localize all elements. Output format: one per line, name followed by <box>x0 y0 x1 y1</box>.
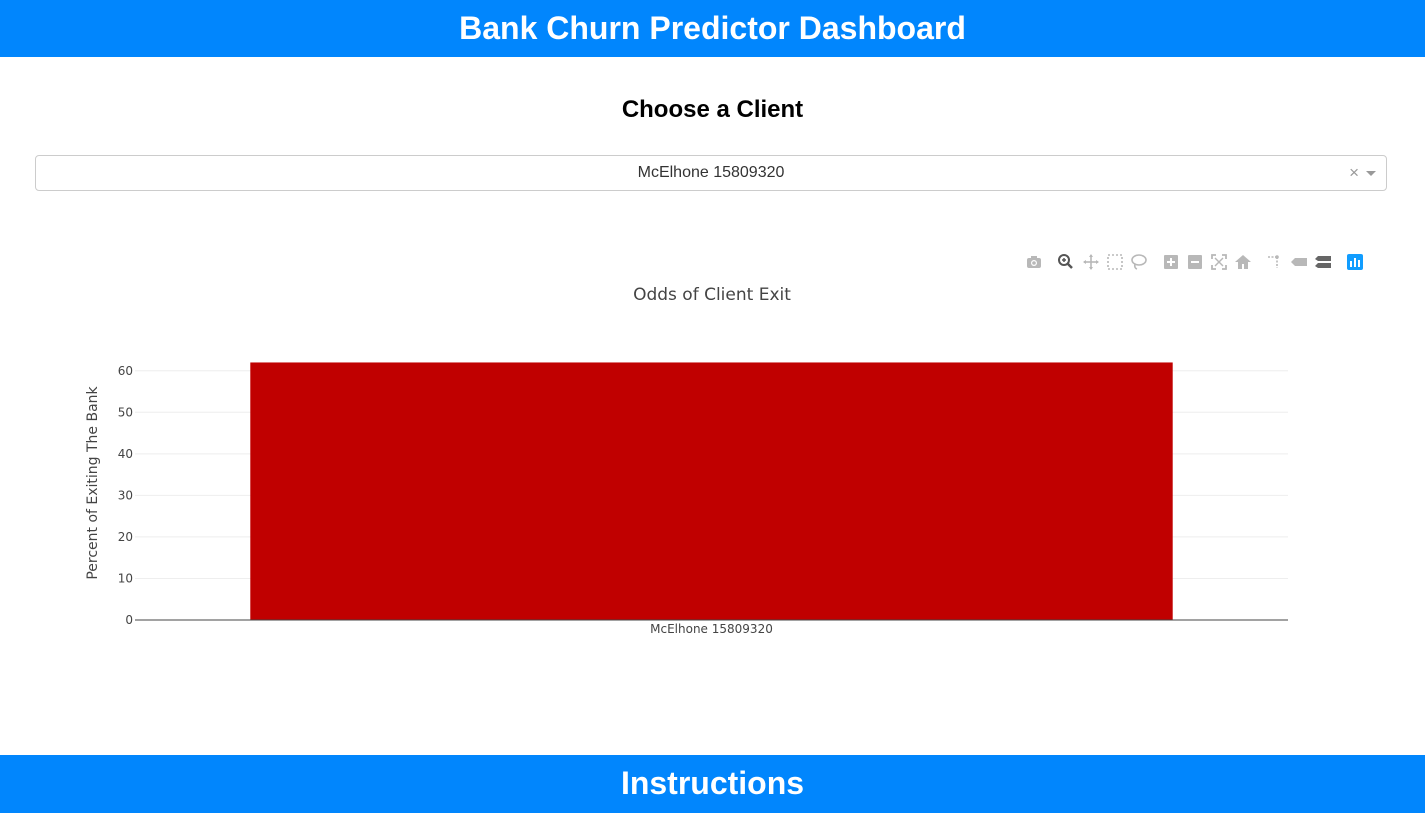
chevron-down-icon[interactable] <box>1366 171 1376 176</box>
y-tick-label: 40 <box>118 447 133 461</box>
dashboard-title: Bank Churn Predictor Dashboard <box>459 10 966 46</box>
pan-icon[interactable] <box>1081 252 1101 272</box>
zoom-icon[interactable] <box>1056 252 1076 272</box>
y-axis-label: Percent of Exiting The Bank <box>85 385 101 579</box>
y-tick-label: 30 <box>118 488 133 502</box>
chart-bars <box>250 362 1173 620</box>
y-tick-labels: 0 10 20 30 40 50 60 <box>118 364 133 627</box>
camera-icon[interactable] <box>1024 252 1044 272</box>
hover-compare-icon[interactable] <box>1313 252 1333 272</box>
x-tick-labels: McElhone 15809320 <box>650 622 773 636</box>
instructions-header: Instructions <box>0 755 1425 813</box>
lasso-select-icon[interactable] <box>1129 252 1149 272</box>
autoscale-icon[interactable] <box>1209 252 1229 272</box>
chart-gridlines <box>135 370 1288 579</box>
y-tick-label: 50 <box>118 405 133 419</box>
hover-closest-icon[interactable] <box>1289 252 1309 272</box>
x-tick-label: McElhone 15809320 <box>650 622 773 636</box>
box-select-icon[interactable] <box>1105 252 1125 272</box>
y-tick-label: 20 <box>118 530 133 544</box>
zoom-in-icon[interactable] <box>1161 252 1181 272</box>
y-tick-label: 60 <box>118 364 133 378</box>
zoom-out-icon[interactable] <box>1185 252 1205 272</box>
spike-lines-icon[interactable] <box>1264 252 1284 272</box>
y-tick-label: 0 <box>125 613 133 627</box>
chart-title: Odds of Client Exit <box>633 285 791 305</box>
client-dropdown[interactable]: McElhone 15809320 × <box>35 155 1387 191</box>
client-dropdown-value: McElhone 15809320 <box>637 164 785 181</box>
plotly-logo-icon[interactable] <box>1345 252 1365 272</box>
bar[interactable] <box>250 362 1173 620</box>
y-tick-label: 10 <box>118 571 133 585</box>
instructions-title: Instructions <box>620 765 805 801</box>
reset-axes-icon[interactable] <box>1233 252 1253 272</box>
clear-icon[interactable]: × <box>1349 156 1359 190</box>
choose-client-heading: Choose a Client <box>621 96 804 123</box>
dashboard-header: Bank Churn Predictor Dashboard <box>0 0 1425 57</box>
